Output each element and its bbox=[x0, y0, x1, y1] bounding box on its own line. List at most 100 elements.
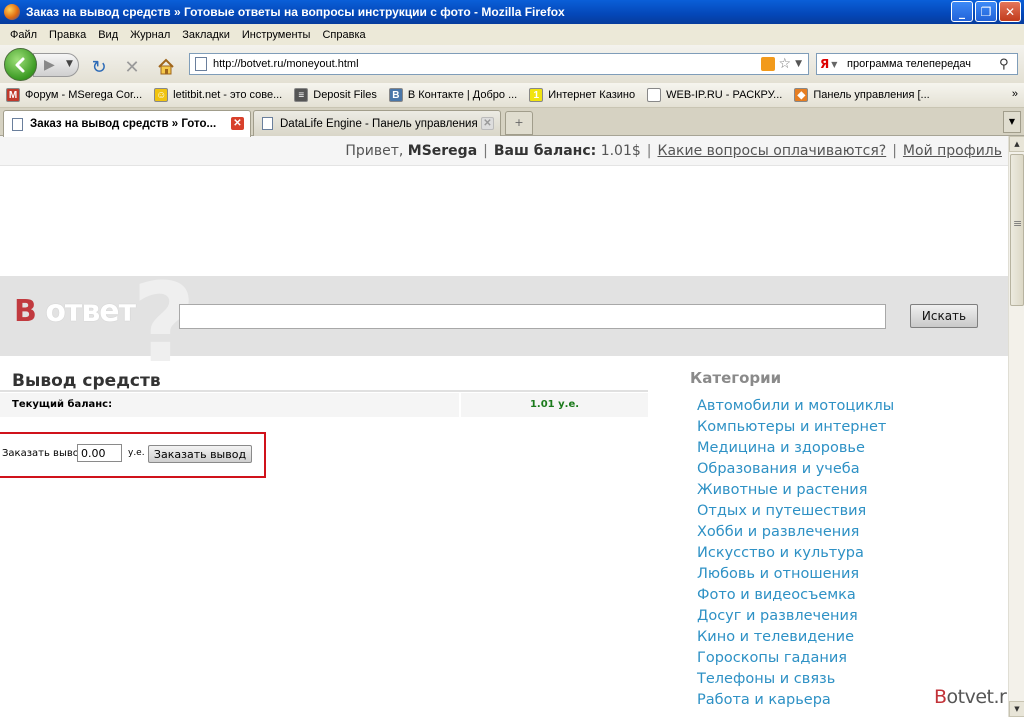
bookmark-item[interactable]: M Форум - MSerega Cor... bbox=[6, 88, 142, 102]
close-tab-icon[interactable]: ✕ bbox=[231, 117, 244, 130]
gmail-icon: M bbox=[6, 88, 20, 102]
category-link[interactable]: Автомобили и мотоциклы bbox=[697, 398, 894, 419]
category-link[interactable]: Искусство и культура bbox=[697, 545, 894, 566]
navigation-toolbar: ▶ ▼ ↻ ✕ http://botvet.ru/moneyout.html ☆… bbox=[0, 45, 1024, 83]
panel-icon: ◆ bbox=[794, 88, 809, 102]
page-icon bbox=[195, 57, 207, 71]
close-window-button[interactable]: ✕ bbox=[999, 1, 1021, 22]
category-link[interactable]: Компьютеры и интернет bbox=[697, 419, 894, 440]
maximize-button[interactable]: ❐ bbox=[975, 1, 997, 22]
bookmark-label: В Контакте | Добро ... bbox=[407, 89, 518, 101]
user-info-bar: Привет, MSerega | Ваш баланс: 1.01$ | Ка… bbox=[0, 136, 1008, 166]
category-link[interactable]: Образования и учеба bbox=[697, 461, 894, 482]
url-dropdown-icon[interactable]: ▼ bbox=[795, 59, 802, 69]
casino-icon: 1 bbox=[529, 88, 544, 102]
url-field[interactable]: http://botvet.ru/moneyout.html bbox=[213, 58, 761, 70]
forward-button[interactable]: ▶ ▼ bbox=[33, 53, 79, 77]
paid-questions-link[interactable]: Какие вопросы оплачиваются? bbox=[658, 143, 887, 159]
categories-heading: Категории bbox=[690, 369, 782, 387]
menu-view[interactable]: Вид bbox=[92, 29, 124, 41]
bookmark-item[interactable]: WEB-IP.RU - РАСКРУ... bbox=[647, 88, 782, 102]
category-link[interactable]: Гороскопы гадания bbox=[697, 650, 894, 671]
tab-withdraw-order[interactable]: Заказ на вывод средств » Гото... ✕ bbox=[3, 110, 251, 137]
tab-label: Заказ на вывод средств » Гото... bbox=[30, 118, 217, 130]
minimize-button[interactable]: _ bbox=[951, 1, 973, 22]
menu-file[interactable]: Файл bbox=[4, 29, 43, 41]
site-logo[interactable]: В ответ bbox=[14, 294, 136, 329]
bookmark-item[interactable]: ☺ letitbit.net - это сове... bbox=[154, 88, 282, 102]
bookmark-label: Интернет Казино bbox=[548, 89, 636, 101]
vertical-scrollbar[interactable]: ▲ ▼ bbox=[1008, 136, 1024, 717]
separator: | bbox=[483, 142, 488, 159]
window-title: Заказ на вывод средств » Готовые ответы … bbox=[26, 5, 565, 19]
bookmark-item[interactable]: ≡ Deposit Files bbox=[294, 88, 377, 102]
page-icon bbox=[262, 117, 273, 130]
username: MSerega bbox=[407, 142, 478, 159]
balance-label: Ваш баланс: bbox=[493, 142, 597, 159]
bookmark-star-icon[interactable]: ☆ bbox=[779, 56, 792, 72]
category-link[interactable]: Телефоны и связь bbox=[697, 671, 894, 692]
watermark: Botvet.ru bbox=[934, 686, 1008, 708]
page-icon bbox=[647, 88, 662, 102]
menu-bar: Файл Правка Вид Журнал Закладки Инструме… bbox=[0, 24, 1024, 45]
category-link[interactable]: Отдых и путешествия bbox=[697, 503, 894, 524]
history-dropdown-icon[interactable]: ▼ bbox=[66, 59, 73, 69]
tab-list-dropdown-icon[interactable]: ▼ bbox=[1003, 111, 1021, 133]
bookmark-item[interactable]: B В Контакте | Добро ... bbox=[388, 88, 518, 102]
menu-bookmarks[interactable]: Закладки bbox=[176, 29, 236, 41]
back-button[interactable] bbox=[4, 48, 37, 81]
currency-unit: у.е. bbox=[128, 448, 145, 458]
search-button[interactable]: Искать bbox=[910, 304, 978, 328]
separator: | bbox=[892, 142, 897, 159]
tab-label: DataLife Engine - Панель управления bbox=[280, 117, 478, 130]
withdraw-order-form: Заказать вывод 0.00 у.е. Заказать вывод bbox=[0, 432, 266, 478]
address-bar[interactable]: http://botvet.ru/moneyout.html ☆ ▼ bbox=[189, 53, 809, 75]
depositfiles-icon: ≡ bbox=[294, 88, 309, 102]
current-balance-value: 1.01 у.е. bbox=[461, 393, 648, 417]
my-profile-link[interactable]: Мой профиль bbox=[903, 143, 1002, 159]
smiley-icon: ☺ bbox=[154, 88, 169, 102]
new-tab-button[interactable]: + bbox=[505, 111, 533, 135]
scroll-up-icon[interactable]: ▲ bbox=[1009, 136, 1024, 152]
rss-feed-icon[interactable] bbox=[760, 57, 775, 71]
reload-icon[interactable]: ↻ bbox=[89, 57, 109, 78]
scroll-down-icon[interactable]: ▼ bbox=[1009, 701, 1024, 717]
home-icon[interactable] bbox=[156, 57, 176, 77]
separator: | bbox=[646, 142, 652, 159]
bookmarks-toolbar: M Форум - MSerega Cor... ☺ letitbit.net - э… bbox=[0, 83, 1024, 108]
scrollbar-thumb[interactable] bbox=[1010, 154, 1024, 306]
category-link[interactable]: Кино и телевидение bbox=[697, 629, 894, 650]
categories-list: Автомобили и мотоциклы Компьютеры и интер… bbox=[697, 398, 894, 713]
divider bbox=[0, 390, 648, 392]
category-link[interactable]: Работа и карьера bbox=[697, 692, 894, 713]
search-bar[interactable]: Я ▼ программа телепередач ⚲ bbox=[816, 53, 1018, 75]
firefox-icon bbox=[4, 4, 20, 20]
search-query-input[interactable]: программа телепередач bbox=[847, 58, 999, 70]
menu-edit[interactable]: Правка bbox=[43, 29, 92, 41]
vk-icon: B bbox=[388, 88, 403, 102]
menu-help[interactable]: Справка bbox=[316, 29, 371, 41]
category-link[interactable]: Медицина и здоровье bbox=[697, 440, 894, 461]
menu-tools[interactable]: Инструменты bbox=[236, 29, 317, 41]
category-link[interactable]: Досуг и развлечения bbox=[697, 608, 894, 629]
window-titlebar: Заказ на вывод средств » Готовые ответы … bbox=[0, 0, 1024, 24]
order-withdraw-button[interactable]: Заказать вывод bbox=[148, 445, 252, 463]
withdraw-amount-input[interactable]: 0.00 bbox=[77, 444, 122, 462]
category-link[interactable]: Фото и видеосъемка bbox=[697, 587, 894, 608]
category-link[interactable]: Животные и растения bbox=[697, 482, 894, 503]
question-search-input[interactable] bbox=[179, 304, 886, 329]
category-link[interactable]: Любовь и отношения bbox=[697, 566, 894, 587]
category-link[interactable]: Хобби и развлечения bbox=[697, 524, 894, 545]
bookmark-item[interactable]: 1 Интернет Казино bbox=[529, 88, 635, 102]
bookmark-label: letitbit.net - это сове... bbox=[173, 89, 283, 101]
tab-datalife-panel[interactable]: DataLife Engine - Панель управления ✕ bbox=[253, 110, 501, 136]
bookmark-item[interactable]: ◆ Панель управления [... bbox=[794, 88, 930, 102]
search-magnifier-icon[interactable]: ⚲ bbox=[999, 57, 1017, 72]
close-tab-icon[interactable]: ✕ bbox=[481, 117, 494, 130]
tab-bar: Заказ на вывод средств » Гото... ✕ DataL… bbox=[0, 108, 1024, 137]
yandex-icon[interactable]: Я ▼ bbox=[820, 56, 844, 72]
menu-history[interactable]: Журнал bbox=[124, 29, 176, 41]
bookmarks-overflow-button[interactable]: » bbox=[1012, 88, 1018, 100]
stop-icon[interactable]: ✕ bbox=[122, 57, 142, 78]
current-balance-label: Текущий баланс: bbox=[0, 393, 459, 417]
